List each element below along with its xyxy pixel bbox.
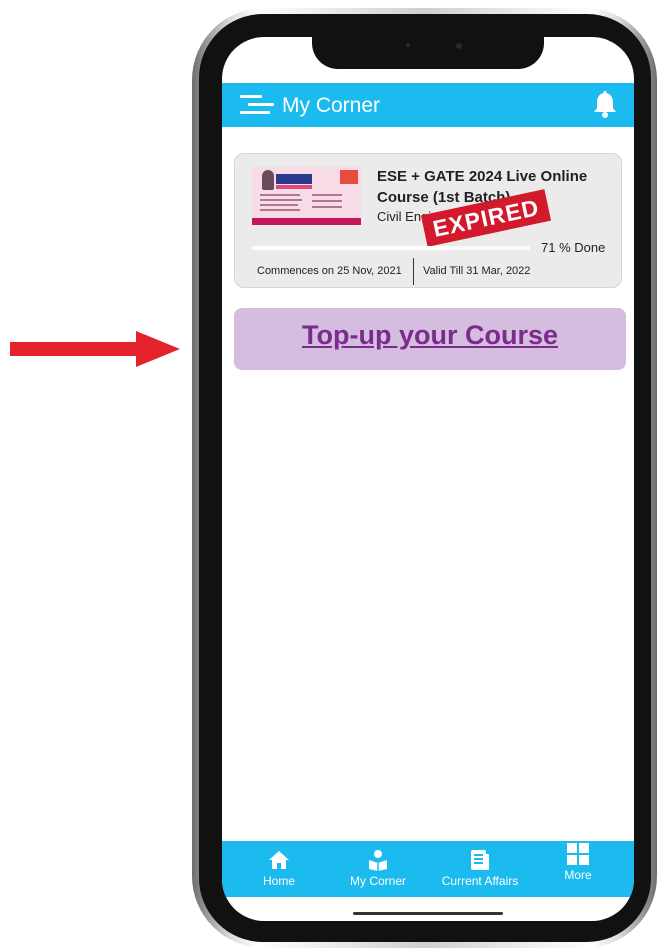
grid-icon bbox=[567, 843, 589, 865]
topup-course-button[interactable]: Top-up your Course bbox=[234, 308, 626, 370]
progress-text: 71 % Done bbox=[541, 240, 606, 255]
page-title: My Corner bbox=[282, 94, 381, 117]
nav-item-my-corner[interactable]: My Corner bbox=[338, 841, 418, 897]
nav-item-more[interactable]: More bbox=[546, 841, 610, 897]
progress-bar bbox=[252, 246, 530, 250]
progress-fill bbox=[252, 246, 450, 250]
nav-label-my-corner: My Corner bbox=[349, 874, 406, 888]
home-indicator bbox=[353, 912, 503, 915]
red-arrow-icon bbox=[10, 331, 180, 367]
app-bar: My Corner bbox=[222, 83, 634, 127]
nav-item-current-affairs[interactable]: Current Affairs bbox=[430, 841, 530, 897]
divider bbox=[413, 258, 414, 285]
newspaper-icon bbox=[471, 850, 489, 870]
home-icon bbox=[269, 851, 289, 869]
course-thumbnail bbox=[252, 167, 361, 225]
reader-icon bbox=[369, 850, 387, 871]
notification-bell-icon[interactable] bbox=[592, 91, 618, 119]
nav-item-home[interactable]: Home bbox=[244, 841, 314, 897]
phone-screen: My Corner ESE + GATE 2024 Live Online Co… bbox=[222, 37, 634, 921]
commences-date: Commences on 25 Nov, 2021 bbox=[257, 265, 402, 277]
menu-icon[interactable] bbox=[240, 95, 274, 115]
nav-label-current-affairs: Current Affairs bbox=[441, 874, 519, 888]
course-card[interactable]: ESE + GATE 2024 Live Online Course (1st … bbox=[234, 153, 622, 288]
topup-course-link[interactable]: Top-up your Course bbox=[302, 320, 558, 351]
bottom-nav: Home My Corner Current Affairs More bbox=[222, 841, 634, 897]
valid-till-date: Valid Till 31 Mar, 2022 bbox=[423, 265, 531, 277]
nav-label-home: Home bbox=[262, 874, 295, 888]
phone-notch bbox=[312, 37, 544, 69]
nav-label-more: More bbox=[564, 868, 592, 882]
